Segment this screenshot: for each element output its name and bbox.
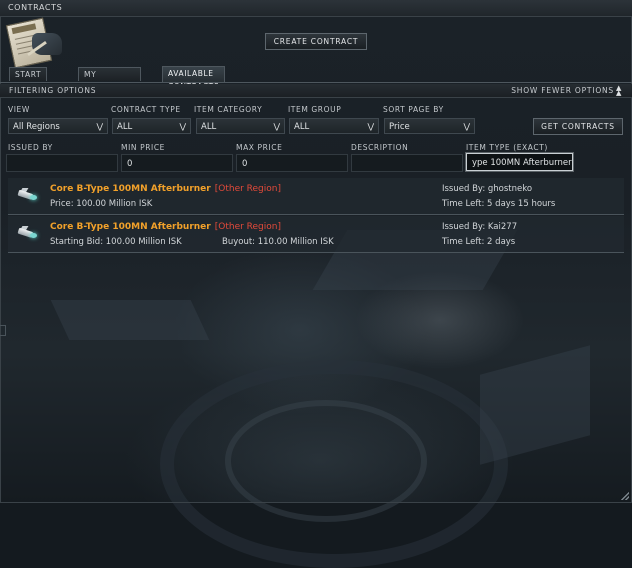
filtering-options-label: FILTERING OPTIONS (9, 86, 97, 95)
side-handle[interactable] (0, 325, 6, 336)
view-label: VIEW (8, 105, 30, 114)
sort-page-by-select[interactable]: Price ⋁ (384, 118, 475, 134)
price-text: Price: 100.00 Million ISK (50, 199, 153, 209)
list-item[interactable]: Core B-Type 100MN Afterburner [Other Regi… (8, 216, 624, 253)
region-tag: [Other Region] (214, 222, 281, 232)
icon-glow (30, 195, 37, 200)
max-price-field[interactable]: 0 (236, 154, 348, 172)
icon-glow (30, 233, 37, 238)
description-field[interactable] (351, 154, 463, 172)
buyout-text: Buyout: 110.00 Million ISK (222, 237, 334, 247)
min-price-field[interactable]: 0 (121, 154, 233, 172)
item-category-label: ITEM CATEGORY (194, 105, 263, 114)
issued-by-field[interactable] (6, 154, 118, 172)
starting-bid-text: Starting Bid: 100.00 Million ISK (50, 237, 182, 247)
chevron-down-icon: ⋁ (96, 122, 103, 131)
description-label: DESCRIPTION (351, 143, 409, 152)
chevron-down-icon: ⋁ (367, 122, 374, 131)
window-titlebar[interactable]: CONTRACTS (0, 0, 632, 17)
item-group-label: ITEM GROUP (288, 105, 342, 114)
afterburner-module-icon (16, 226, 38, 240)
contracts-document-icon (4, 17, 64, 69)
tab-available-contracts[interactable]: AVAILABLE CONTRACTS (162, 66, 226, 91)
hand-sleeve (32, 33, 62, 55)
chevron-down-icon: ⋁ (179, 122, 186, 131)
contract-item-link[interactable]: Core B-Type 100MN Afterburner [Other Regi… (50, 222, 281, 232)
item-type-field[interactable]: ype 100MN Afterburner (465, 152, 574, 172)
item-group-select[interactable]: ALL ⋁ (289, 118, 379, 134)
view-select-value: All Regions (13, 122, 60, 132)
contract-type-select-value: ALL (117, 122, 133, 132)
create-contract-button[interactable]: CREATE CONTRACT (265, 33, 367, 50)
time-left-text: Time Left: 2 days (442, 237, 516, 247)
sort-page-by-select-value: Price (389, 122, 410, 132)
document-stamp (11, 23, 37, 35)
view-select[interactable]: All Regions ⋁ (8, 118, 108, 134)
item-name[interactable]: Core B-Type 100MN Afterburner (50, 222, 211, 232)
chevron-down-icon: ⋁ (463, 122, 470, 131)
region-tag: [Other Region] (214, 184, 281, 194)
sort-page-by-label: SORT PAGE BY (383, 105, 444, 114)
tab-start-page[interactable]: START PAGE (9, 67, 48, 92)
list-item[interactable]: Core B-Type 100MN Afterburner [Other Regi… (8, 178, 624, 215)
resize-grip-icon[interactable] (621, 492, 629, 500)
issued-by-label: ISSUED BY (8, 143, 53, 152)
tab-my-contracts[interactable]: MY CONTRACTS (78, 67, 142, 92)
tab-divider (0, 82, 632, 83)
item-group-select-value: ALL (294, 122, 310, 132)
issued-by-text[interactable]: Issued By: ghostneko (442, 184, 532, 194)
afterburner-module-icon (16, 188, 38, 202)
item-name[interactable]: Core B-Type 100MN Afterburner (50, 184, 211, 194)
item-type-label: ITEM TYPE (EXACT) (466, 143, 548, 152)
filtering-options-bar: FILTERING OPTIONS SHOW FEWER OPTIONS ▲ ▲ (0, 84, 632, 98)
contract-type-select[interactable]: ALL ⋁ (112, 118, 191, 134)
contract-item-link[interactable]: Core B-Type 100MN Afterburner [Other Regi… (50, 184, 281, 194)
window-title: CONTRACTS (8, 3, 63, 12)
chevron-down-icon: ⋁ (273, 122, 280, 131)
double-chevron-up-icon[interactable]: ▲ ▲ (616, 85, 625, 97)
issued-by-text[interactable]: Issued By: Kai277 (442, 222, 517, 232)
time-left-text: Time Left: 5 days 15 hours (442, 199, 556, 209)
min-price-label: MIN PRICE (121, 143, 165, 152)
item-category-select-value: ALL (201, 122, 217, 132)
get-contracts-button[interactable]: GET CONTRACTS (533, 118, 623, 135)
show-fewer-options-link[interactable]: SHOW FEWER OPTIONS (511, 86, 614, 95)
item-category-select[interactable]: ALL ⋁ (196, 118, 285, 134)
max-price-label: MAX PRICE (236, 143, 283, 152)
contract-type-label: CONTRACT TYPE (111, 105, 181, 114)
